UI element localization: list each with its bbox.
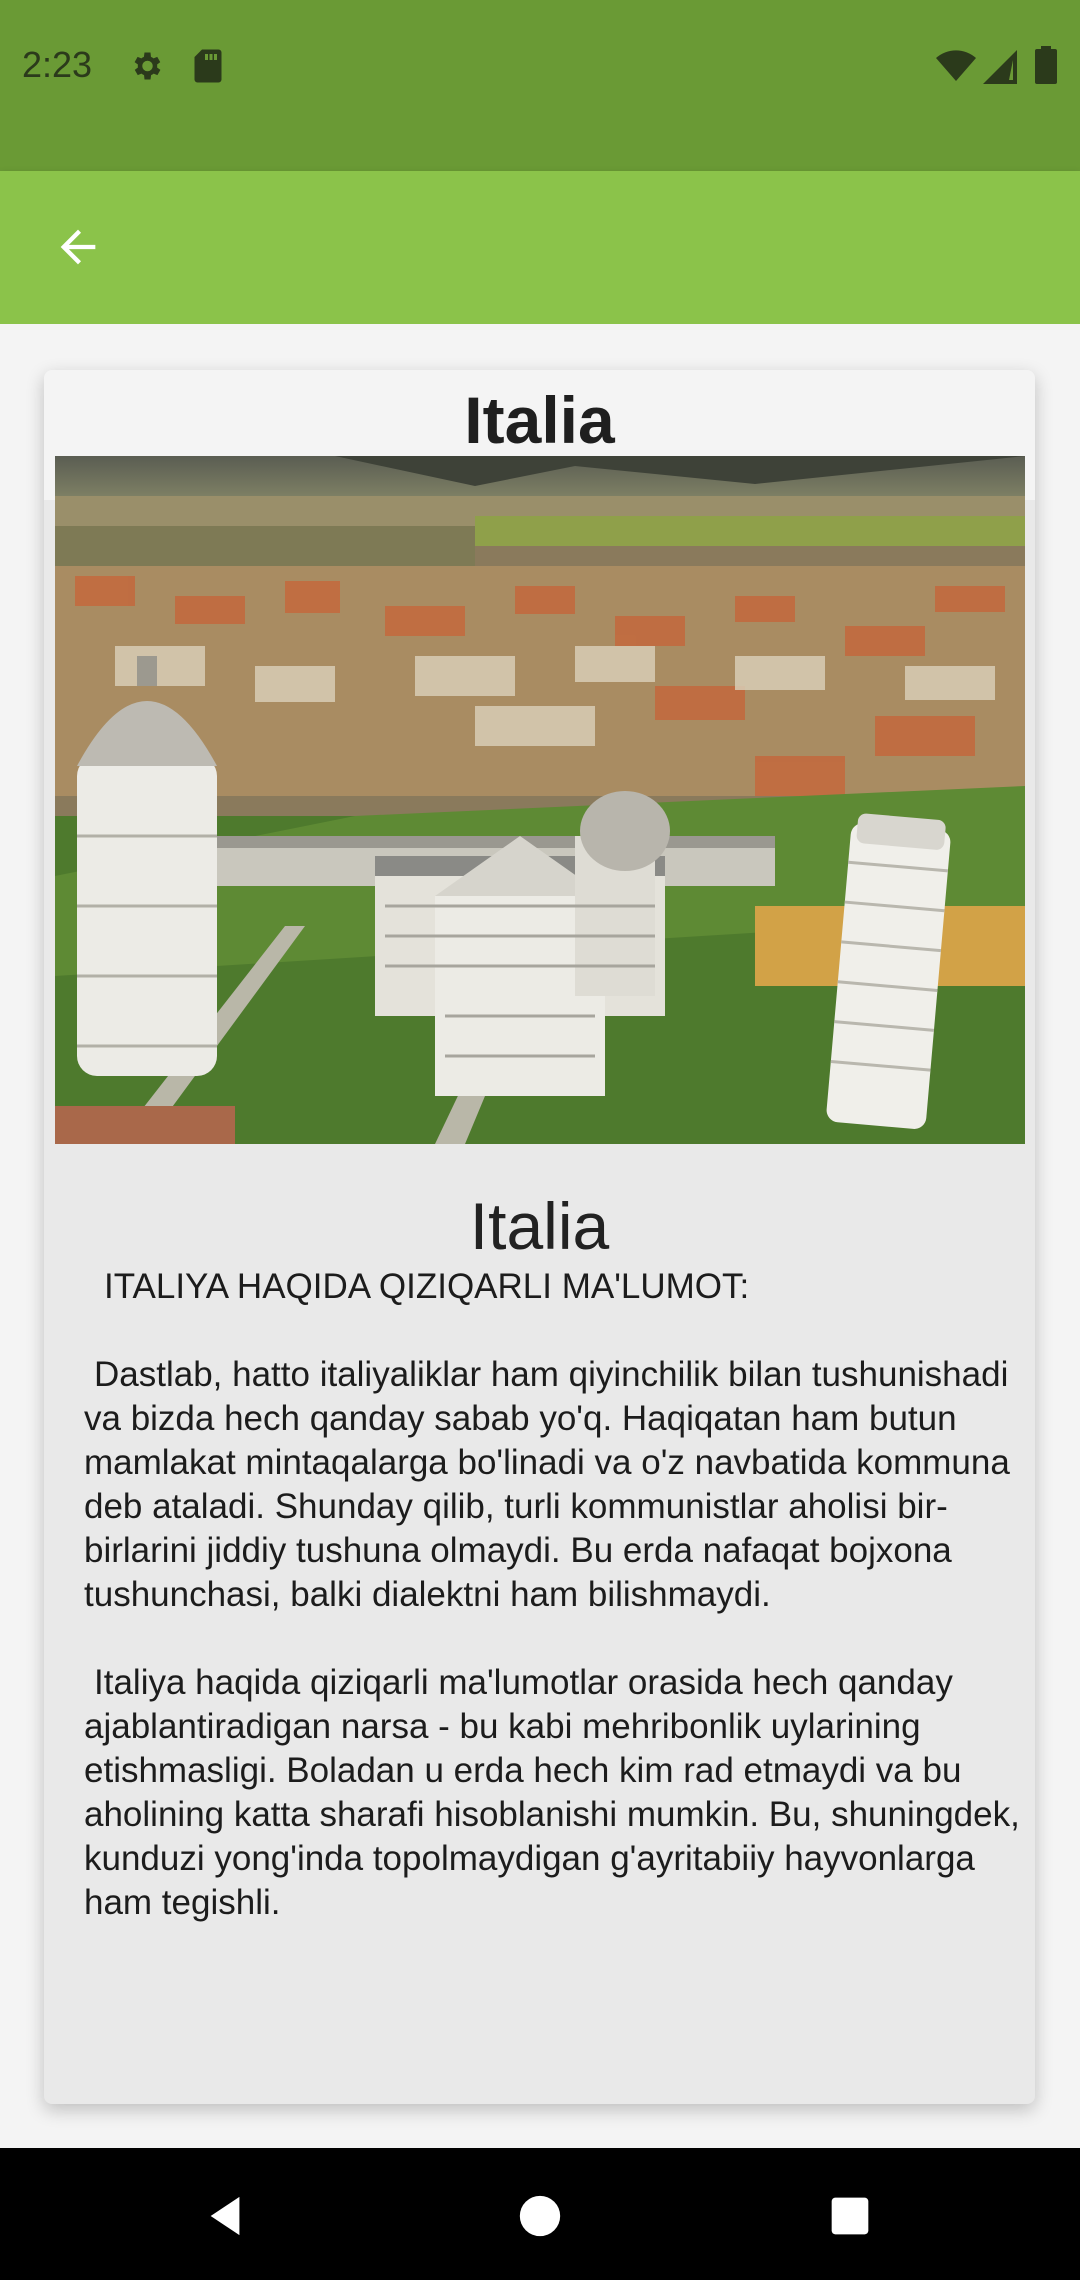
article-paragraph: Dastlab, hatto italiyaliklar ham qiyinch… <box>84 1355 1010 1614</box>
app-bar <box>0 171 1080 324</box>
sdcard-icon <box>193 48 223 89</box>
home-circle-icon <box>519 2195 561 2237</box>
article-paragraph: Italiya haqida qiziqarli ma'lumotlar ora… <box>84 1663 1020 1922</box>
back-triangle-icon <box>210 2196 240 2236</box>
battery-icon <box>1035 46 1057 89</box>
nav-back-button[interactable] <box>186 2176 266 2256</box>
wifi-icon <box>936 50 976 87</box>
country-card: Italia Italia ITALIYA HAQIDA QIZIQARLI M… <box>44 370 1035 2104</box>
card-title: Italia <box>464 383 615 457</box>
status-time: 2:23 <box>22 44 93 85</box>
system-nav-bar <box>0 2148 1080 2280</box>
pisa-photo <box>55 456 1025 1144</box>
gear-icon <box>128 48 164 89</box>
status-bar: 2:23 <box>0 0 1080 171</box>
recents-square-icon <box>831 2197 869 2235</box>
back-button[interactable] <box>38 207 118 287</box>
nav-recents-button[interactable] <box>810 2176 890 2256</box>
article-body: ITALIYA HAQIDA QIZIQARLI MA'LUMOT: Dastl… <box>84 1265 1024 1969</box>
image-caption: Italia <box>469 1189 610 1263</box>
signal-icon <box>983 50 1017 89</box>
arrow-left-icon <box>60 229 96 265</box>
article-heading: ITALIYA HAQIDA QIZIQARLI MA'LUMOT: <box>104 1267 750 1306</box>
nav-home-button[interactable] <box>500 2176 580 2256</box>
content-area: Italia Italia ITALIYA HAQIDA QIZIQARLI M… <box>0 324 1080 2148</box>
